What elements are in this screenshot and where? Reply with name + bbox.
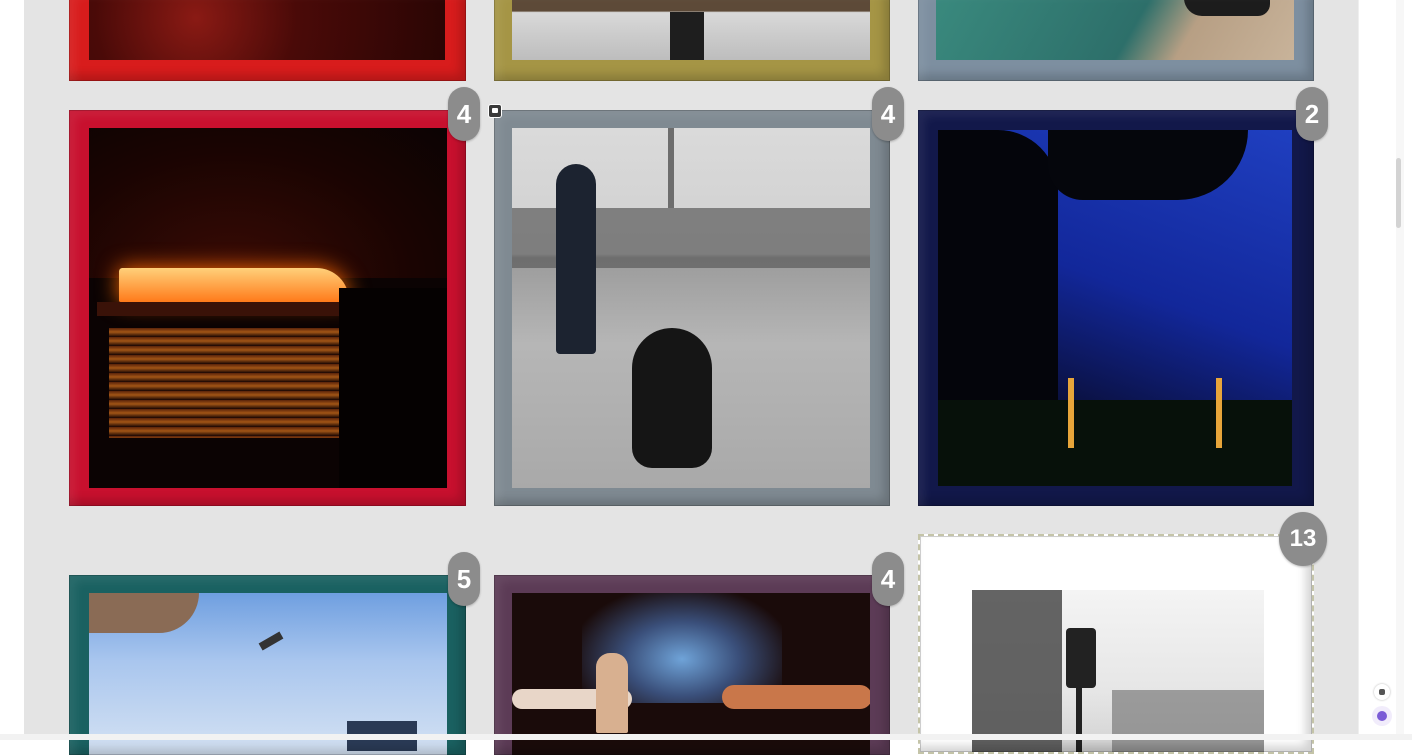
gallery-item[interactable]: [918, 0, 1314, 81]
gallery-item[interactable]: [494, 575, 890, 755]
photo-count-badge: 5: [448, 552, 480, 606]
photo-count-badge: 2: [1296, 87, 1328, 141]
side-strip: [1358, 0, 1397, 740]
photo-thumbnail: [938, 130, 1292, 486]
scrollbar-thumb[interactable]: [1396, 158, 1401, 228]
photo-thumbnail: [89, 0, 445, 60]
photo-thumbnail: [972, 590, 1264, 752]
gallery-item[interactable]: [69, 0, 466, 81]
photo-thumbnail: [512, 128, 870, 488]
bottom-edge: [0, 734, 1412, 740]
photo-icon[interactable]: [488, 104, 502, 118]
small-square-icon[interactable]: [1374, 684, 1390, 700]
photo-count-badge: 4: [872, 87, 904, 141]
photo-count-badge: 4: [448, 87, 480, 141]
assistant-icon[interactable]: [1372, 706, 1392, 726]
photo-thumbnail: [936, 0, 1294, 60]
photo-count-badge: 4: [872, 552, 904, 606]
gallery-item[interactable]: [69, 110, 466, 506]
gallery-item[interactable]: [918, 110, 1314, 506]
photo-thumbnail: [89, 128, 447, 488]
gallery-item[interactable]: [918, 534, 1314, 754]
gallery-item[interactable]: [69, 575, 466, 755]
photo-thumbnail: [89, 593, 447, 755]
photo-thumbnail: [512, 593, 870, 755]
scrollbar-track[interactable]: [1396, 0, 1404, 740]
gallery-item[interactable]: [494, 0, 890, 81]
photo-count-badge: 13: [1279, 512, 1327, 566]
gallery-item[interactable]: [494, 110, 890, 506]
photo-thumbnail: [512, 0, 870, 60]
